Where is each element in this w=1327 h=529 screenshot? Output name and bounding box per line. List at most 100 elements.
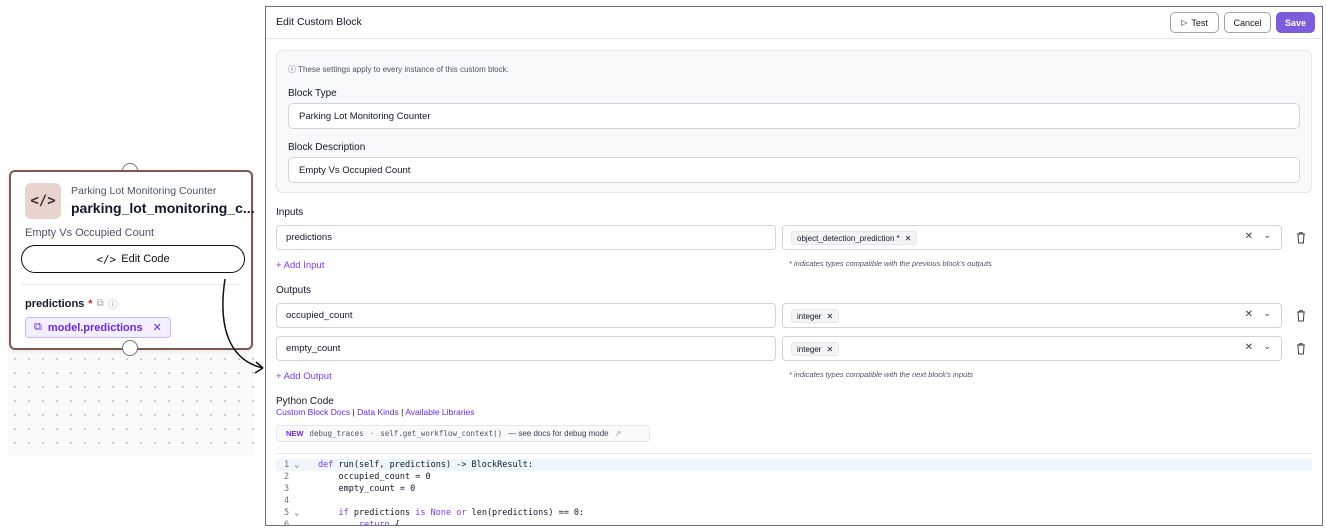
- line-number: 2: [284, 472, 290, 482]
- code-text: empty_count = 0: [318, 484, 416, 494]
- line-number: 4: [284, 496, 290, 506]
- chevron-down-icon[interactable]: ⌄: [1263, 341, 1271, 352]
- output-type-select[interactable]: integer ✕ ✕ ⌄: [782, 303, 1282, 328]
- available-libraries-link[interactable]: Available Libraries: [405, 407, 474, 417]
- remove-type-icon[interactable]: ✕: [826, 345, 833, 354]
- add-output-link[interactable]: + Add Output: [276, 371, 332, 382]
- code-line: 4: [276, 495, 1312, 507]
- type-chip: integer ✕: [791, 309, 840, 323]
- info-icon: ⓘ: [288, 65, 296, 74]
- edit-custom-block-modal: Edit Custom Block ▷ Test Cancel Save ⓘ T…: [265, 6, 1323, 526]
- type-chip-label: integer: [797, 311, 822, 321]
- cancel-button[interactable]: Cancel: [1224, 12, 1271, 33]
- code-line: 1 ⌄ def run(self, predictions) -> BlockR…: [276, 459, 1312, 471]
- block-type-label: Block Type: [288, 88, 337, 99]
- code-icon: </>: [25, 183, 61, 219]
- custom-block-docs-link[interactable]: Custom Block Docs: [276, 407, 350, 417]
- debug-traces-code: debug_traces: [309, 429, 364, 438]
- debug-announcement[interactable]: NEW debug_traces · self.get_workflow_con…: [276, 425, 650, 442]
- code-text: def run(self, predictions) -> BlockResul…: [318, 459, 533, 471]
- custom-block-node[interactable]: </> Parking Lot Monitoring Counter parki…: [9, 170, 255, 350]
- test-button[interactable]: ▷ Test: [1170, 12, 1219, 33]
- data-kinds-link[interactable]: Data Kinds: [357, 407, 399, 417]
- input-type-select[interactable]: object_detection_prediction * ✕ ✕ ⌄: [782, 225, 1282, 250]
- add-input-link[interactable]: + Add Input: [276, 260, 324, 271]
- input-name: predictions: [25, 297, 85, 310]
- fold-chevron-icon[interactable]: ⌄: [294, 460, 299, 470]
- block-type-input[interactable]: Parking Lot Monitoring Counter: [288, 103, 1300, 129]
- link-separator: |: [352, 407, 355, 417]
- trash-icon[interactable]: [1295, 342, 1307, 356]
- edit-code-button[interactable]: </> Edit Code: [21, 245, 245, 273]
- clear-icon[interactable]: ✕: [1245, 309, 1253, 320]
- debug-note: — see docs for debug mode: [508, 429, 609, 438]
- type-chip-label: object_detection_prediction *: [797, 233, 900, 243]
- keyword: is: [415, 508, 426, 518]
- remove-type-icon[interactable]: ✕: [905, 234, 912, 243]
- trash-icon[interactable]: [1295, 309, 1307, 323]
- keyword: or: [456, 508, 467, 518]
- type-chip-label: integer: [797, 344, 822, 354]
- doc-links: Custom Block Docs | Data Kinds | Availab…: [276, 407, 475, 417]
- input-name-field[interactable]: predictions: [276, 225, 776, 250]
- type-chip: object_detection_prediction * ✕: [791, 231, 918, 245]
- line-number: 5 ⌄: [284, 507, 308, 519]
- test-label: Test: [1191, 17, 1208, 28]
- code-editor[interactable]: 1 ⌄ def run(self, predictions) -> BlockR…: [276, 453, 1312, 526]
- outputs-hint: * indicates types compatible with the ne…: [789, 370, 974, 379]
- keyword: def: [318, 460, 334, 470]
- code-text: return {: [318, 519, 400, 526]
- line-number: 6: [284, 520, 290, 526]
- type-chip: integer ✕: [791, 342, 840, 356]
- trash-icon[interactable]: [1295, 231, 1307, 245]
- binding-label: model.predictions: [47, 321, 143, 334]
- chevron-down-icon[interactable]: ⌄: [1263, 308, 1271, 319]
- chevron-down-icon[interactable]: ⌄: [1263, 230, 1271, 241]
- binding-icon: ⧉: [34, 321, 42, 333]
- info-note: ⓘ These settings apply to every instance…: [288, 64, 509, 75]
- node-output-handle[interactable]: [122, 340, 138, 356]
- node-type-label: Parking Lot Monitoring Counter: [71, 185, 217, 197]
- new-badge: NEW: [286, 429, 304, 438]
- required-mark: *: [88, 297, 93, 310]
- remove-binding-icon[interactable]: ✕: [153, 321, 162, 334]
- inputs-hint: * indicates types compatible with the pr…: [789, 259, 992, 268]
- copy-icon[interactable]: ⧉: [97, 298, 104, 309]
- clear-icon[interactable]: ✕: [1245, 231, 1253, 242]
- line-number: 1 ⌄: [284, 459, 308, 471]
- code-segment: {: [389, 520, 400, 526]
- modal-title: Edit Custom Block: [276, 16, 362, 28]
- output-name-field[interactable]: empty_count: [276, 336, 776, 361]
- block-description-input[interactable]: Empty Vs Occupied Count: [288, 157, 1300, 183]
- dot-separator: ·: [369, 429, 375, 438]
- save-button[interactable]: Save: [1276, 12, 1315, 33]
- info-note-text: These settings apply to every instance o…: [298, 65, 509, 74]
- external-link-icon: ↗: [614, 429, 622, 438]
- code-segment: len(predictions) == 0:: [466, 508, 585, 518]
- clear-icon[interactable]: ✕: [1245, 342, 1253, 353]
- edit-code-label: Edit Code: [121, 253, 170, 265]
- code-segment: run(self, predictions) -> BlockResult:: [333, 460, 533, 470]
- code-text: occupied_count = 0: [318, 472, 431, 482]
- help-icon[interactable]: ⓘ: [108, 296, 118, 311]
- node-divider: [21, 284, 241, 285]
- fold-chevron-icon[interactable]: ⌄: [294, 508, 299, 518]
- line-number-value: 1: [284, 460, 290, 470]
- workflow-context-code: self.get_workflow_context(): [380, 429, 503, 438]
- output-type-select[interactable]: integer ✕ ✕ ⌄: [782, 336, 1282, 361]
- code-line: 5 ⌄ if predictions is None or len(predic…: [276, 507, 1312, 519]
- remove-type-icon[interactable]: ✕: [826, 312, 833, 321]
- play-icon: ▷: [1181, 18, 1188, 27]
- keyword: if: [318, 508, 349, 518]
- modal-header: Edit Custom Block ▷ Test Cancel Save: [266, 7, 1322, 39]
- code-line: 6 return {: [276, 519, 1312, 526]
- code-icon: </>: [96, 252, 117, 266]
- node-title: parking_lot_monitoring_c...: [71, 200, 255, 216]
- node-input-label: predictions * ⧉ ⓘ: [25, 296, 118, 312]
- output-name-field[interactable]: occupied_count: [276, 303, 776, 328]
- link-separator: |: [401, 407, 404, 417]
- block-settings-panel: ⓘ These settings apply to every instance…: [276, 50, 1312, 193]
- inputs-label: Inputs: [276, 207, 304, 218]
- input-binding-chip[interactable]: ⧉ model.predictions ✕: [25, 317, 171, 338]
- code-line: 3 empty_count = 0: [276, 483, 1312, 495]
